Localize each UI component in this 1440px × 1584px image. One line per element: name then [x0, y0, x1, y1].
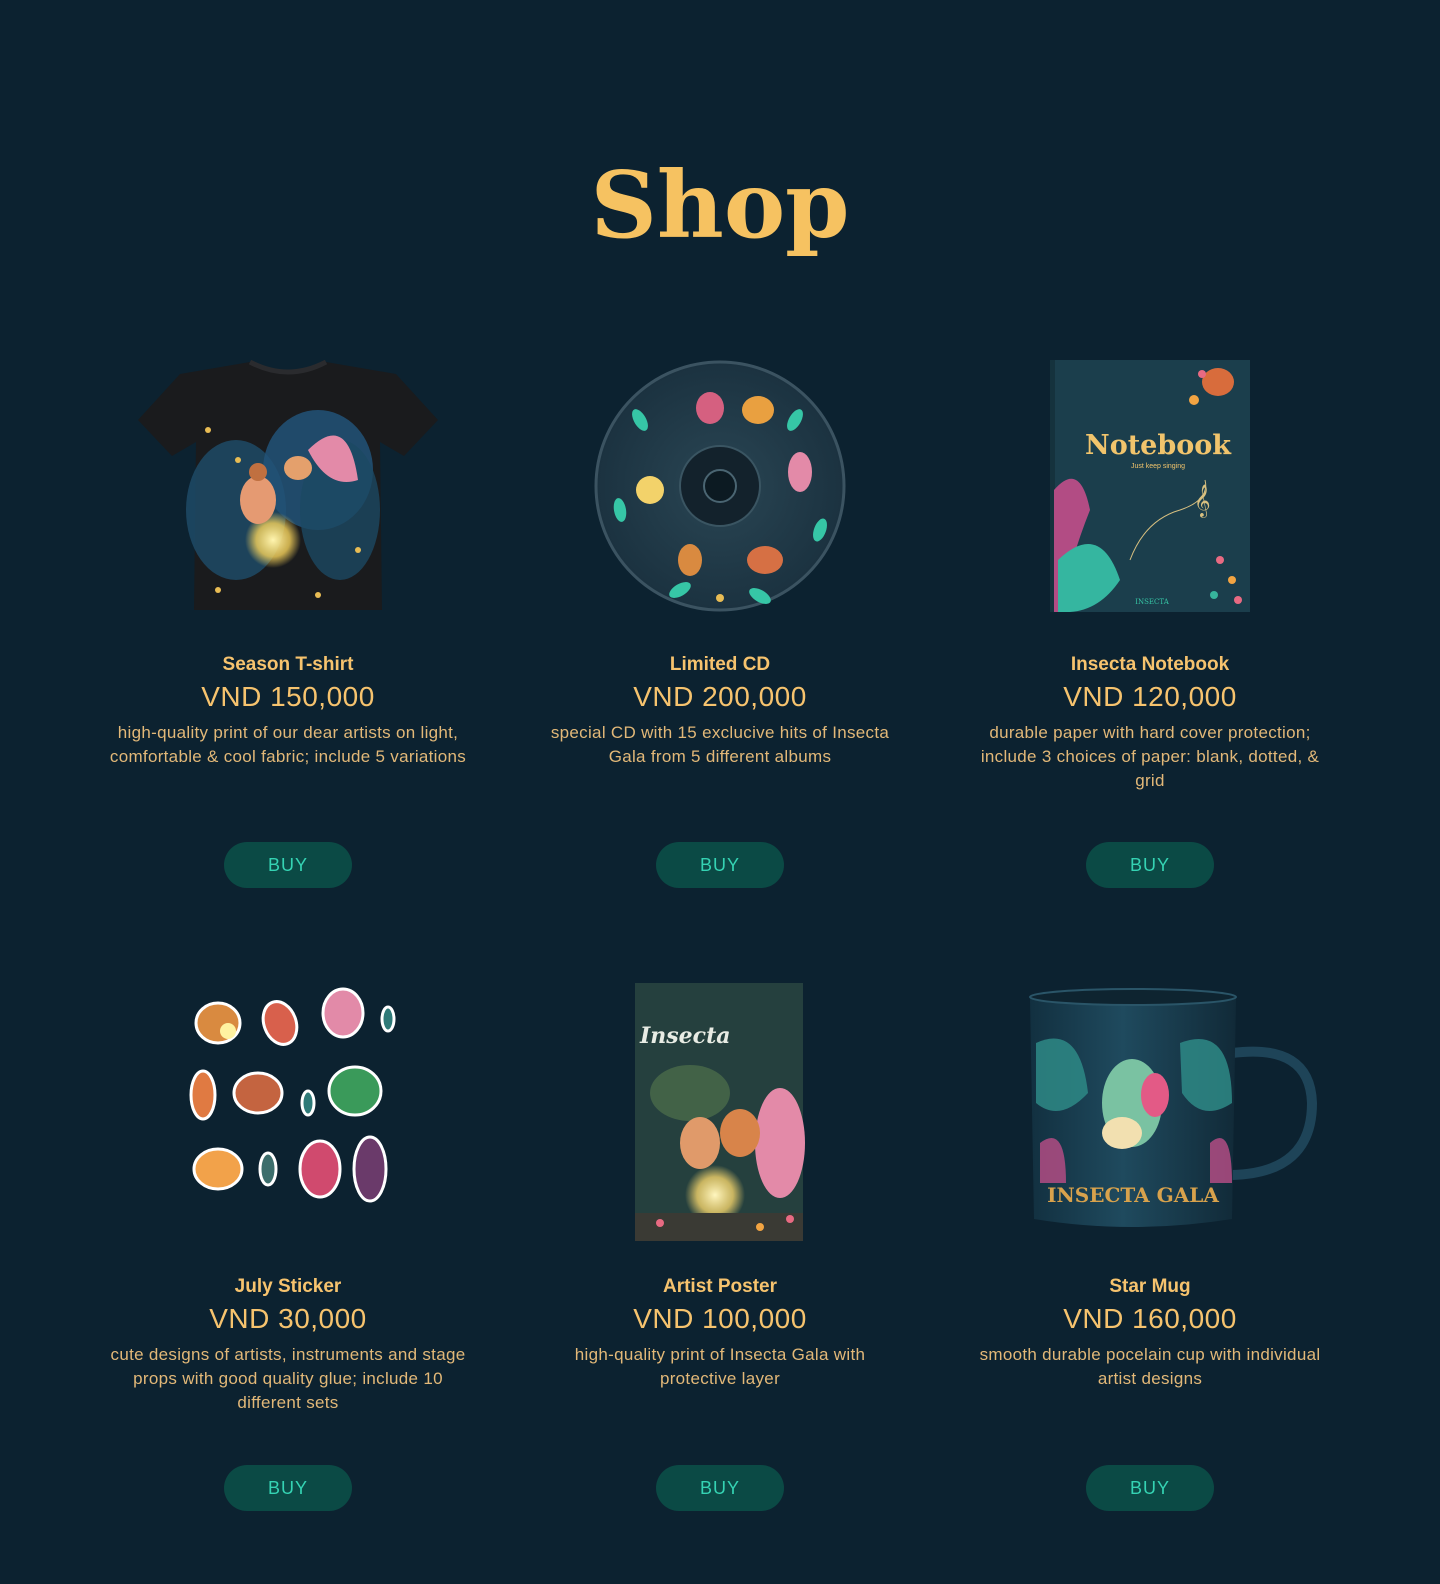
tshirt-image[interactable] [108, 360, 468, 620]
buy-button[interactable]: BUY [224, 1465, 352, 1511]
notebook-cover-brand: INSECTA [1135, 598, 1169, 606]
product-name: Season T-shirt [222, 654, 354, 675]
buy-button[interactable]: BUY [656, 1465, 784, 1511]
product-price: VND 120,000 [1063, 681, 1237, 712]
buy-button[interactable]: BUY [656, 842, 784, 888]
notebook-cover-title: Notebook [1085, 430, 1232, 461]
product-grid: Season T-shirt VND 150,000 high-quality … [0, 0, 1440, 1584]
product-name: July Sticker [234, 1276, 342, 1297]
product-name: Insecta Notebook [1070, 654, 1230, 675]
mug-print-text: INSECTA GALA [1047, 1183, 1219, 1207]
product-price: VND 30,000 [209, 1303, 367, 1334]
notebook-cover-subtitle: Just keep singing [1131, 463, 1185, 470]
buy-button[interactable]: BUY [1086, 842, 1214, 888]
product-description: high-quality print of Insecta Gala with … [574, 1345, 866, 1388]
product-name: Limited CD [669, 654, 771, 675]
product-name: Artist Poster [662, 1276, 778, 1297]
product-description: smooth durable pocelain cup with individ… [979, 1345, 1321, 1388]
product-description: high-quality print of our dear artists o… [109, 723, 467, 766]
poster-title: Insecta [639, 1023, 730, 1049]
product-price: VND 160,000 [1063, 1303, 1237, 1334]
product-description: durable paper with hard cover protection… [980, 723, 1320, 790]
buy-button[interactable]: BUY [1086, 1465, 1214, 1511]
product-price: VND 150,000 [201, 681, 375, 712]
sticker-sheet-image[interactable] [108, 983, 468, 1243]
mug-image[interactable]: INSECTA GALA [970, 983, 1330, 1243]
poster-image[interactable]: Insecta [540, 983, 900, 1243]
product-price: VND 100,000 [633, 1303, 807, 1334]
cd-image[interactable] [540, 360, 900, 620]
product-name: Star Mug [1109, 1276, 1191, 1297]
product-description: special CD with 15 exclucive hits of Ins… [550, 723, 890, 766]
product-description: cute designs of artists, instruments and… [110, 1345, 466, 1412]
svg-text:𝄞: 𝄞 [1194, 484, 1211, 518]
buy-button[interactable]: BUY [224, 842, 352, 888]
product-price: VND 200,000 [633, 681, 807, 712]
notebook-image[interactable]: Notebook Just keep singing 𝄞 INSECTA [970, 360, 1330, 620]
